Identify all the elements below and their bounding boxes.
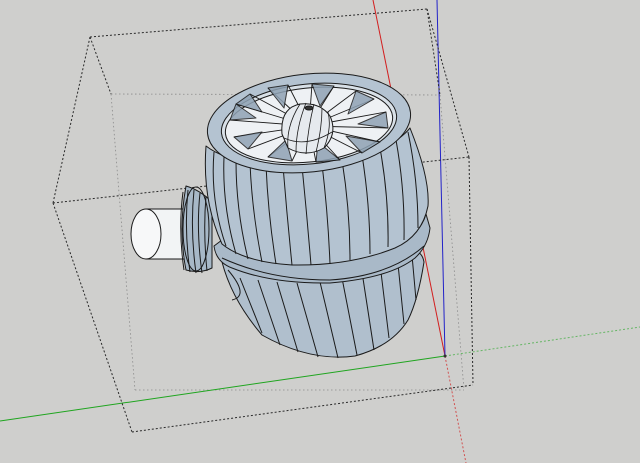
red-axis-negative <box>444 355 467 463</box>
green-axis-negative <box>444 326 640 357</box>
green-axis-line <box>0 355 446 422</box>
side-flange[interactable] <box>180 185 213 274</box>
axis-origin-marker <box>443 354 447 358</box>
spinner-cone[interactable] <box>281 102 334 155</box>
modeling-viewport[interactable] <box>0 0 640 463</box>
engine-model[interactable] <box>130 64 431 359</box>
blue-axis-line <box>436 0 446 357</box>
